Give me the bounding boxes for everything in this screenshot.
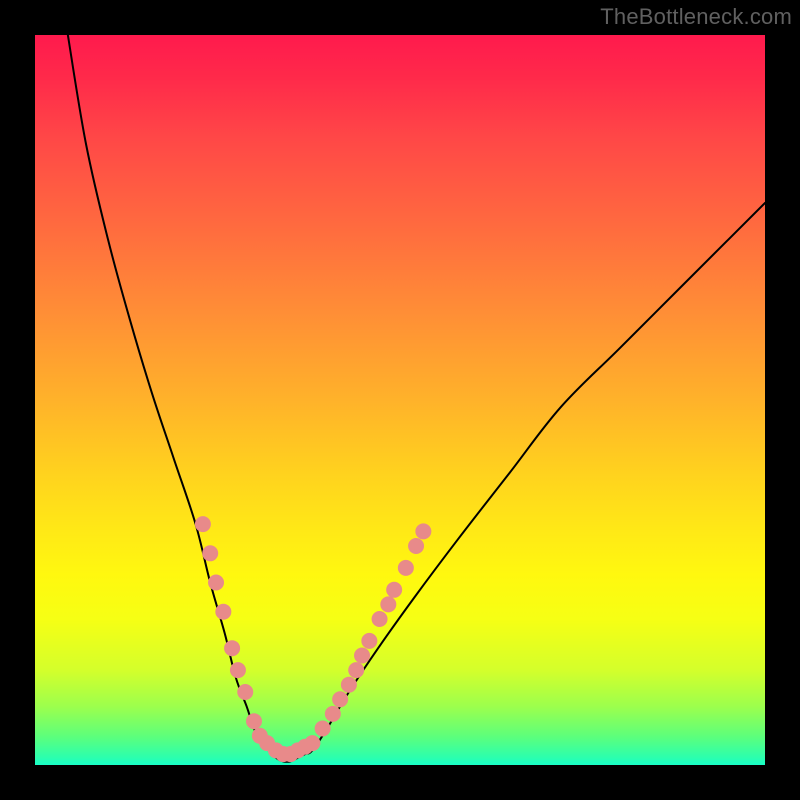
bottleneck-curve xyxy=(68,35,765,762)
highlight-dot xyxy=(195,516,211,532)
highlight-dot xyxy=(224,640,240,656)
highlight-dot xyxy=(398,560,414,576)
highlight-dot xyxy=(246,713,262,729)
highlight-dot xyxy=(325,706,341,722)
highlight-dot xyxy=(230,662,246,678)
highlight-dot xyxy=(380,596,396,612)
highlight-dot xyxy=(386,582,402,598)
highlight-dot xyxy=(332,691,348,707)
highlight-dot xyxy=(361,633,377,649)
highlight-dot xyxy=(354,648,370,664)
watermark-text: TheBottleneck.com xyxy=(600,4,792,30)
highlight-dot xyxy=(415,523,431,539)
highlight-dot xyxy=(215,604,231,620)
chart-area xyxy=(35,35,765,765)
curve-svg xyxy=(35,35,765,765)
highlight-dot xyxy=(237,684,253,700)
highlight-dot xyxy=(348,662,364,678)
highlight-dot xyxy=(408,538,424,554)
highlight-dot xyxy=(315,721,331,737)
highlight-dot xyxy=(208,575,224,591)
highlight-dot xyxy=(202,545,218,561)
highlight-dot xyxy=(341,677,357,693)
highlight-dot xyxy=(304,735,320,751)
highlight-dot xyxy=(372,611,388,627)
